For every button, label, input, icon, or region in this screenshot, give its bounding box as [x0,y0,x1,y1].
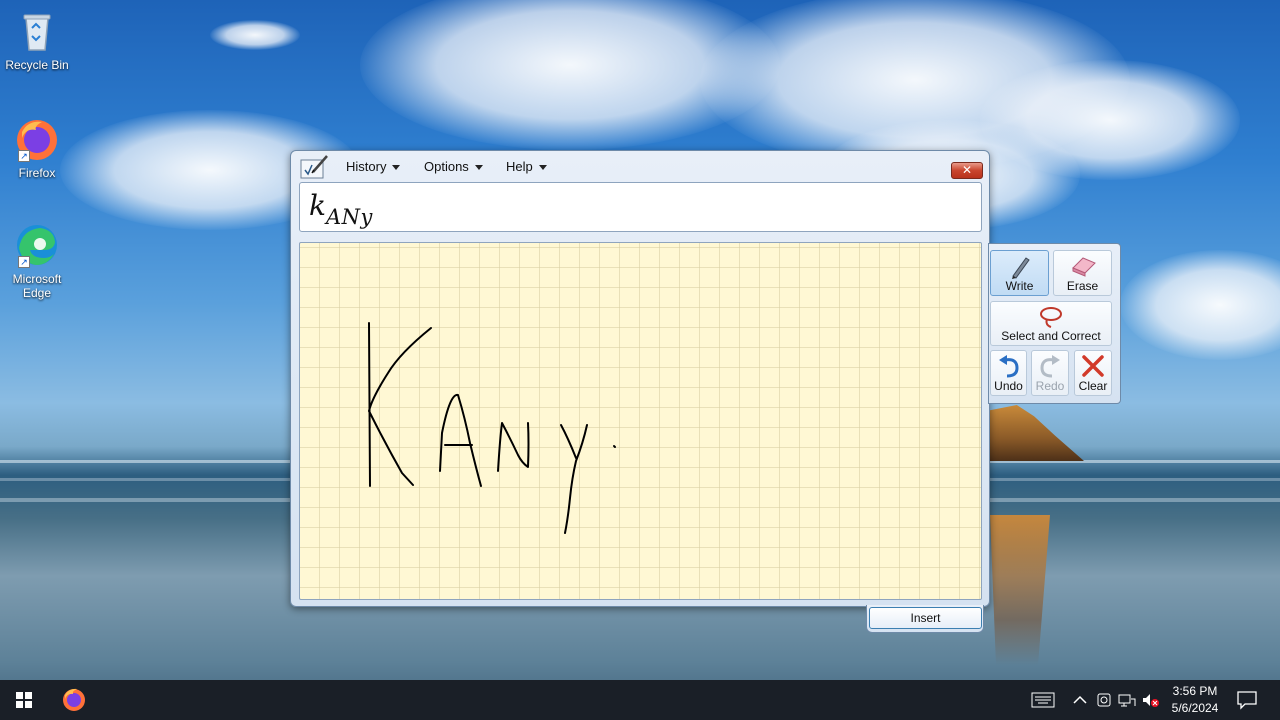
chevron-down-icon [538,165,547,171]
taskbar-firefox-button[interactable] [52,680,96,720]
clear-x-icon [1082,355,1104,377]
menu-options[interactable]: Options [424,159,483,174]
writing-pad[interactable] [299,242,982,600]
clock-time: 3:56 PM [1172,684,1218,698]
desktop-icon-edge[interactable]: ↗ Microsoft Edge [4,222,70,300]
eraser-icon [1071,257,1096,277]
close-icon: ✕ [961,163,973,177]
write-button[interactable]: Write [990,250,1049,296]
system-clock[interactable]: 3:56 PM 5/6/2024 [1166,683,1224,717]
chevron-down-icon [474,165,483,171]
firefox-icon: ↗ [14,116,60,162]
handwriting-ink [368,322,616,534]
menu-help[interactable]: Help [506,159,547,174]
undo-button[interactable]: Undo [990,350,1027,396]
edge-icon: ↗ [14,222,60,268]
lasso-icon [1040,307,1062,328]
notification-center-icon[interactable] [1236,690,1258,710]
clear-button[interactable]: Clear [1074,350,1112,396]
desktop-icon-label: Firefox [18,166,56,180]
device-tray-icon[interactable] [1094,690,1114,710]
volume-muted-icon[interactable] [1140,690,1160,710]
shortcut-arrow-icon: ↗ [18,150,30,162]
recycle-bin-icon [14,8,60,54]
menu-history[interactable]: History [346,159,401,174]
redo-button[interactable]: Redo [1031,350,1069,396]
clock-date: 5/6/2024 [1171,701,1219,715]
close-button[interactable]: ✕ [951,162,983,179]
math-input-panel-window: History Options Help ✕ kANy Insert [290,150,990,633]
start-button[interactable] [0,680,48,720]
desktop-icon-firefox[interactable]: ↗ Firefox [4,116,70,180]
recognition-preview: kANy [299,182,982,232]
menu-bar: History Options Help ✕ [291,151,989,183]
select-and-correct-button[interactable]: Select and Correct [990,301,1112,346]
keyboard-tray-icon[interactable] [1031,690,1055,710]
desktop-icon-label: Microsoft Edge [12,272,62,300]
insert-button[interactable]: Insert [869,607,982,629]
undo-icon [998,355,1019,378]
tools-panel: Write Erase Select and Correct Undo Redo [988,243,1121,404]
chevron-down-icon [392,165,401,171]
math-input-logo-icon [299,154,329,180]
erase-button[interactable]: Erase [1053,250,1112,296]
preview-expression: kANy [309,189,373,229]
desktop-icon-label: Recycle Bin [5,58,69,72]
chevron-up-icon[interactable] [1070,690,1090,710]
shortcut-arrow-icon: ↗ [18,256,30,268]
taskbar: 3:56 PM 5/6/2024 [0,680,1280,720]
pen-icon [1011,257,1030,279]
firefox-icon [63,688,85,711]
desktop-icon-recycle-bin[interactable]: Recycle Bin [4,8,70,72]
redo-icon [1040,355,1060,378]
windows-logo-icon [16,692,32,708]
network-icon[interactable] [1117,690,1137,710]
rock-formation [988,405,1084,461]
